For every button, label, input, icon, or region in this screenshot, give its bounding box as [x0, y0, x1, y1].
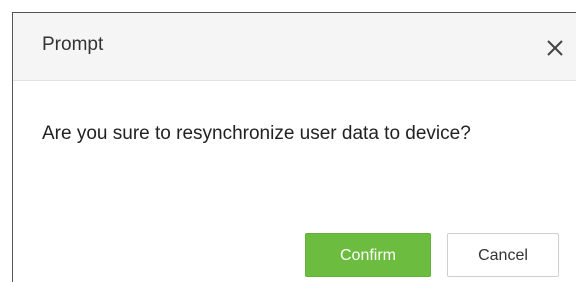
- confirm-button[interactable]: Confirm: [305, 233, 431, 277]
- close-button[interactable]: [540, 33, 570, 63]
- dialog-message: Are you sure to resynchronize user data …: [42, 123, 471, 144]
- cancel-button[interactable]: Cancel: [447, 233, 559, 277]
- prompt-dialog: Prompt Are you sure to resynchronize use…: [12, 12, 576, 282]
- dialog-header: Prompt: [13, 13, 576, 81]
- close-icon: [540, 33, 570, 63]
- dialog-title: Prompt: [42, 34, 104, 55]
